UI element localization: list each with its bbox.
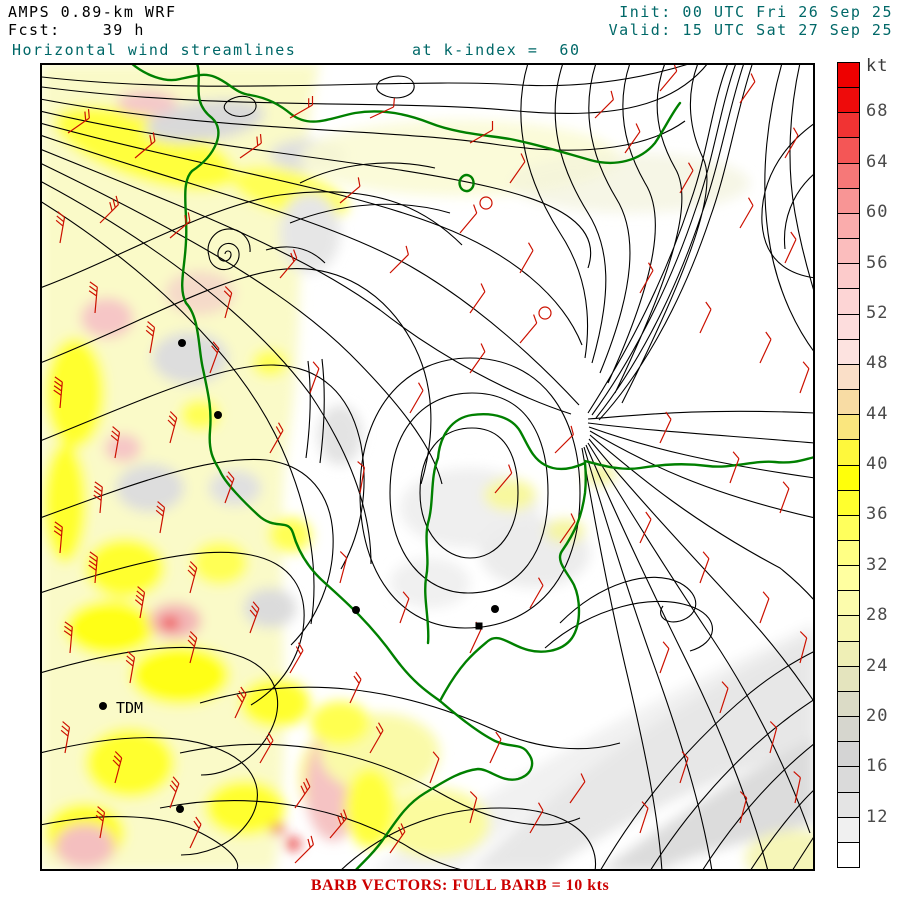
station-dot xyxy=(475,622,483,630)
init-time: Init: 00 UTC Fri 26 Sep 25 xyxy=(619,3,893,21)
colorbar-cell xyxy=(838,465,859,491)
wind-barb xyxy=(639,511,652,544)
colorbar-cell xyxy=(838,213,859,240)
station-dot xyxy=(99,702,107,710)
colorbar-cell xyxy=(838,566,859,592)
wind-barb xyxy=(784,127,799,159)
level-label: at k-index = 60 xyxy=(412,41,581,59)
colorbar-tick-label: 60 xyxy=(866,202,889,223)
streamline-map: TDM xyxy=(40,63,815,871)
wind-barb xyxy=(339,551,348,584)
colorbar-tick-label: 20 xyxy=(866,705,889,726)
colorbar-cell xyxy=(838,842,859,867)
wind-barb xyxy=(779,481,790,514)
wind-barb xyxy=(519,242,534,274)
wind-barb xyxy=(739,197,754,229)
station-label-tdm: TDM xyxy=(116,699,143,717)
station-dot xyxy=(176,805,184,813)
wind-barb xyxy=(389,245,409,274)
colorbar-cell xyxy=(838,264,859,290)
colorbar-cell xyxy=(838,440,859,466)
wind-barb xyxy=(469,283,486,314)
station-dot xyxy=(214,411,222,419)
colorbar-tick-label: 36 xyxy=(866,504,889,525)
colorbar-cell xyxy=(838,339,859,365)
colorbar xyxy=(837,62,860,868)
colorbar-tick-label: 48 xyxy=(866,353,889,374)
colorbar-cell xyxy=(838,515,859,541)
wind-barb xyxy=(459,204,478,234)
colorbar-cell xyxy=(838,314,859,340)
wind-barb xyxy=(659,63,678,92)
wind-barb xyxy=(659,411,672,444)
colorbar-tick-label: 68 xyxy=(866,101,889,122)
wind-barb xyxy=(309,361,320,394)
colorbar-cell xyxy=(838,138,859,164)
colorbar-tick-label: 32 xyxy=(866,554,889,575)
colorbar-cell xyxy=(838,364,859,391)
model-title: AMPS 0.89-km WRF xyxy=(8,3,177,21)
field-title: Horizontal wind streamlines xyxy=(12,41,297,59)
colorbar-cell xyxy=(838,691,859,718)
colorbar-cell xyxy=(838,742,859,768)
colorbar-cell xyxy=(838,390,859,416)
colorbar-cell xyxy=(838,113,859,139)
colorbar-cell xyxy=(838,540,859,567)
colorbar-cell xyxy=(838,591,859,617)
colorbar-cell xyxy=(838,163,859,189)
colorbar-tick-label: 52 xyxy=(866,302,889,323)
colorbar-tick-label: 28 xyxy=(866,605,889,626)
forecast-hour: Fcst: 39 h xyxy=(8,21,145,39)
wind-barb xyxy=(349,671,362,704)
colorbar-tick-label: 12 xyxy=(866,806,889,827)
wind-barb xyxy=(699,551,710,584)
colorbar-tick-label: 24 xyxy=(866,655,889,676)
station-dot xyxy=(491,605,499,613)
wind-barb xyxy=(409,382,424,414)
wind-barb xyxy=(784,231,797,264)
colorbar-tick-label: 56 xyxy=(866,252,889,273)
valid-time: Valid: 15 UTC Sat 27 Sep 25 xyxy=(608,21,893,39)
station-dot xyxy=(352,606,360,614)
colorbar-cell xyxy=(838,641,859,667)
wind-barb xyxy=(489,731,502,764)
calm-wind-circle xyxy=(538,306,552,320)
barb-legend-caption: BARB VECTORS: FULL BARB = 10 kts xyxy=(310,877,610,894)
station-dot xyxy=(178,339,186,347)
streamline-north-s-curves xyxy=(520,63,815,421)
colorbar-cell xyxy=(838,490,859,516)
wind-barb xyxy=(519,314,538,344)
colorbar-tick-label: 44 xyxy=(866,403,889,424)
colorbar-cell xyxy=(838,88,859,114)
colorbar-cell xyxy=(838,188,859,214)
terrain-shading xyxy=(40,63,815,871)
wind-barb xyxy=(729,451,740,484)
calm-wind-circle xyxy=(479,196,493,210)
colorbar-cell xyxy=(838,239,859,265)
wind-barb xyxy=(594,90,614,119)
wind-barb xyxy=(799,361,810,394)
wind-barb xyxy=(659,641,670,674)
colorbar-tick-label: 16 xyxy=(866,756,889,777)
colorbar-cell xyxy=(838,817,859,843)
wind-barb xyxy=(759,331,772,364)
map-panel: TDM xyxy=(40,63,815,871)
colorbar-cell xyxy=(838,767,859,793)
colorbar-cell xyxy=(838,415,859,441)
colorbar-cell xyxy=(838,717,859,743)
colorbar-tick-labels: 68 64 60 56 52 48 44 40 36 32 28 24 20 16 12 xyxy=(866,62,900,868)
wind-barb xyxy=(639,262,654,294)
colorbar-cell xyxy=(838,616,859,642)
wind-barb xyxy=(369,97,395,119)
wind-barb xyxy=(289,642,304,674)
colorbar-tick-label: 64 xyxy=(866,151,889,172)
colorbar-cell xyxy=(838,289,859,315)
colorbar-cell xyxy=(838,666,859,692)
colorbar-cell xyxy=(838,792,859,818)
wind-barb xyxy=(759,591,770,624)
wind-barb xyxy=(699,301,712,334)
colorbar-cell xyxy=(838,63,859,89)
coastline-east xyxy=(583,455,815,470)
colorbar-tick-label: 40 xyxy=(866,454,889,474)
